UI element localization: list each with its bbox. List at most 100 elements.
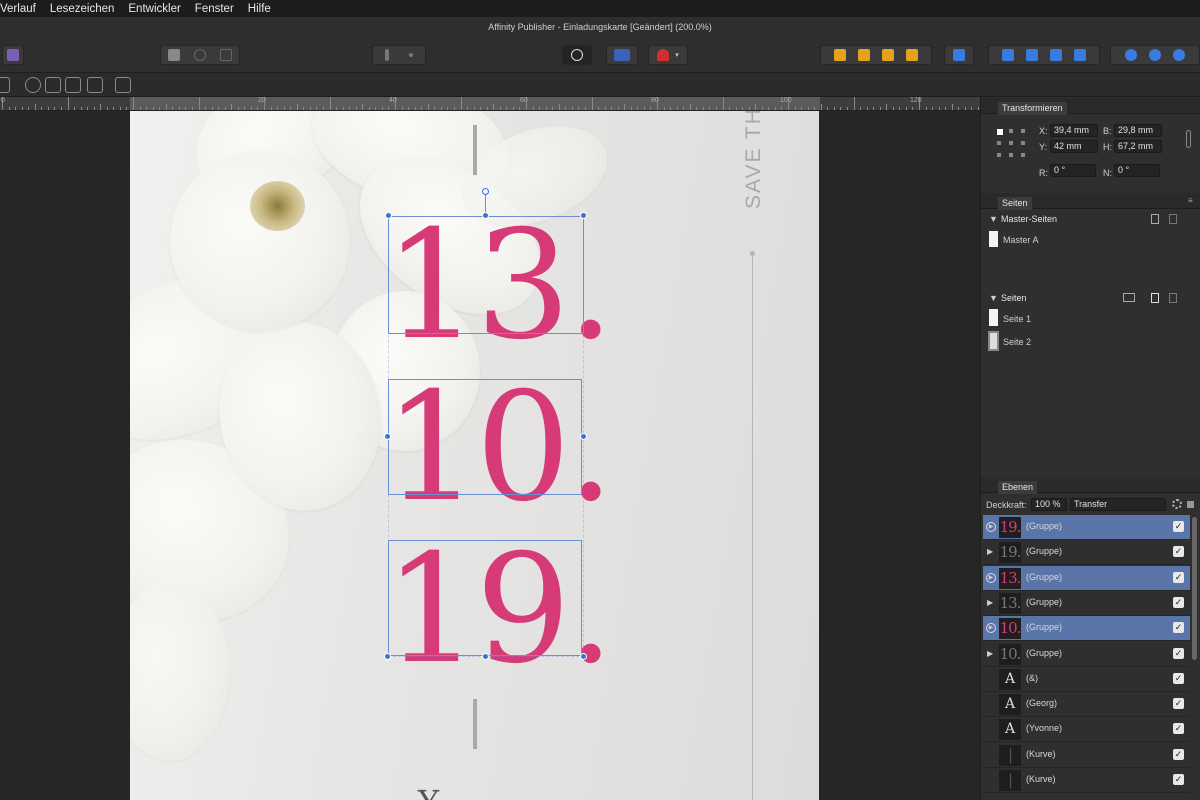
layer-visibility-checkbox[interactable]: ✓ (1173, 622, 1184, 634)
resize-handle-right[interactable] (580, 433, 587, 440)
page-2-thumbnail[interactable] (988, 331, 999, 351)
page-icon[interactable] (168, 49, 180, 61)
pin-icon[interactable] (385, 49, 389, 61)
resize-handle-bottom[interactable] (482, 653, 489, 660)
blend-mode-select[interactable]: Transfer (1070, 498, 1166, 511)
layer-visibility-checkbox[interactable]: ✓ (1173, 571, 1184, 583)
document-canvas[interactable]: SAVE TH 13. 10. 19. Y (0, 111, 980, 800)
delete-master-icon[interactable] (1169, 214, 1177, 224)
rotate-right-icon[interactable] (1074, 49, 1086, 61)
layer-row[interactable]: A (Georg) ✓ (983, 692, 1190, 718)
resize-handle-bottom-right[interactable] (580, 653, 587, 660)
persona-icon[interactable] (2, 45, 24, 65)
x-field[interactable]: 39,4 mm (1050, 124, 1098, 137)
boolean-buttons[interactable] (1110, 45, 1200, 65)
master-collapse-icon[interactable]: ▼ (989, 214, 998, 224)
layer-visibility-checkbox[interactable]: ✓ (1173, 723, 1184, 735)
layer-visibility-checkbox[interactable]: ✓ (1173, 748, 1184, 760)
layers-panel-header[interactable]: Ebenen (981, 477, 1200, 494)
layer-row[interactable]: ▶ 13. (Gruppe) ✓ (983, 565, 1190, 591)
layer-visibility-checkbox[interactable]: ✓ (1173, 546, 1184, 558)
rotate-handle[interactable] (482, 188, 489, 195)
decor-line-bottom[interactable] (473, 699, 477, 749)
layer-visibility-checkbox[interactable]: ✓ (1173, 647, 1184, 659)
rotation-field[interactable]: 0 ° (1050, 164, 1096, 177)
subtract-shape-icon[interactable] (1149, 49, 1161, 61)
layer-row[interactable]: ▶ 10. (Gruppe) ✓ (983, 642, 1190, 667)
resize-handle-top-right[interactable] (580, 212, 587, 219)
expand-layer-icon[interactable]: ▶ (986, 623, 996, 634)
horizontal-ruler[interactable]: 0 20 40 60 80 100 120 (0, 97, 980, 111)
expand-icon[interactable] (65, 77, 81, 93)
arrange-buttons[interactable] (820, 45, 932, 65)
flip-horizontal-icon[interactable] (1002, 49, 1014, 61)
height-field[interactable]: 67,2 mm (1114, 140, 1162, 153)
expand-layer-icon[interactable]: ▶ (987, 649, 993, 658)
align-icon[interactable] (944, 45, 974, 65)
page-1-thumbnail[interactable] (989, 309, 998, 326)
layer-row[interactable]: A (&) ✓ (983, 667, 1190, 692)
snapping-magnet-icon[interactable]: ▾ (648, 45, 688, 65)
context-button[interactable] (0, 77, 10, 93)
circle-icon[interactable] (194, 49, 206, 61)
resize-handle-top[interactable] (482, 212, 489, 219)
page-1-label[interactable]: Seite 1 (1003, 314, 1031, 324)
layer-row[interactable]: ▶ 13. (Gruppe) ✓ (983, 591, 1190, 616)
lock-icon[interactable] (1187, 501, 1194, 508)
opacity-field[interactable]: 100 % (1031, 498, 1067, 511)
menu-item-fenster[interactable]: Fenster (195, 3, 234, 15)
layer-visibility-checkbox[interactable]: ✓ (1173, 521, 1184, 532)
expand-layer-icon[interactable]: ▶ (986, 572, 996, 583)
resize-handle-top-left[interactable] (385, 212, 392, 219)
shear-field[interactable]: 0 ° (1114, 164, 1160, 177)
resize-handle-left[interactable] (384, 433, 391, 440)
save-the-date-text[interactable]: SAVE TH (742, 111, 766, 209)
expand-layer-icon[interactable]: ▶ (986, 522, 996, 532)
panel-menu-icon[interactable]: ≡ (1188, 196, 1193, 205)
layer-visibility-checkbox[interactable]: ✓ (1173, 596, 1184, 608)
add-page-icon[interactable] (1151, 293, 1159, 303)
transform-origin-icon[interactable] (87, 77, 103, 93)
menu-item-hilfe[interactable]: Hilfe (248, 3, 271, 15)
dot-icon[interactable] (409, 53, 413, 57)
pages-collapse-icon[interactable]: ▼ (989, 293, 998, 303)
layer-settings-gear-icon[interactable] (1172, 499, 1182, 509)
layer-row[interactable]: ▶ 19. (Gruppe) ✓ (983, 540, 1190, 566)
link-icon[interactable] (1186, 130, 1191, 148)
crosshair-icon[interactable] (25, 77, 41, 93)
arrange-forward-icon[interactable] (882, 49, 894, 61)
view-mode-buttons[interactable] (160, 45, 240, 65)
layer-row[interactable]: ▶ 10. (Gruppe) ✓ (983, 616, 1190, 642)
master-a-label[interactable]: Master A (1003, 235, 1039, 245)
arrange-back-icon[interactable] (834, 49, 846, 61)
add-shape-icon[interactable] (1125, 49, 1137, 61)
menu-item-verlauf[interactable]: Verlauf (0, 3, 36, 15)
image-icon[interactable] (220, 49, 232, 61)
resize-handle-bottom-left[interactable] (384, 653, 391, 660)
layer-row[interactable]: ▶ 19. (Gruppe) ✓ (983, 515, 1190, 540)
expand-layer-icon[interactable]: ▶ (987, 547, 993, 556)
layer-visibility-checkbox[interactable]: ✓ (1173, 774, 1184, 785)
names-text-partial[interactable]: Y (418, 783, 439, 800)
transform-panel-header[interactable]: Transformieren (981, 98, 1200, 115)
layers-scrollbar[interactable] (1192, 517, 1197, 660)
layer-row[interactable]: | (Kurve) ✓ (983, 743, 1190, 768)
intersect-shape-icon[interactable] (1173, 49, 1185, 61)
menu-item-lesezeichen[interactable]: Lesezeichen (50, 3, 115, 15)
eye-icon[interactable] (45, 77, 61, 93)
tab-pages[interactable]: Seiten (998, 197, 1032, 210)
arrange-backward-icon[interactable] (858, 49, 870, 61)
transform-buttons[interactable] (988, 45, 1100, 65)
frame-toggle-button[interactable] (606, 45, 638, 65)
layer-row[interactable]: A (Yvonne) ✓ (983, 717, 1190, 743)
add-master-icon[interactable] (1151, 214, 1159, 224)
arrange-front-icon[interactable] (906, 49, 918, 61)
flip-vertical-icon[interactable] (1026, 49, 1038, 61)
decor-line-top[interactable] (473, 125, 477, 175)
master-thumbnail[interactable] (989, 231, 998, 247)
document-page[interactable]: SAVE TH 13. 10. 19. Y (130, 111, 819, 800)
layer-visibility-checkbox[interactable]: ✓ (1173, 698, 1184, 710)
refresh-icon[interactable] (115, 77, 131, 93)
tab-transform[interactable]: Transformieren (998, 102, 1067, 115)
pin-buttons[interactable] (372, 45, 426, 65)
